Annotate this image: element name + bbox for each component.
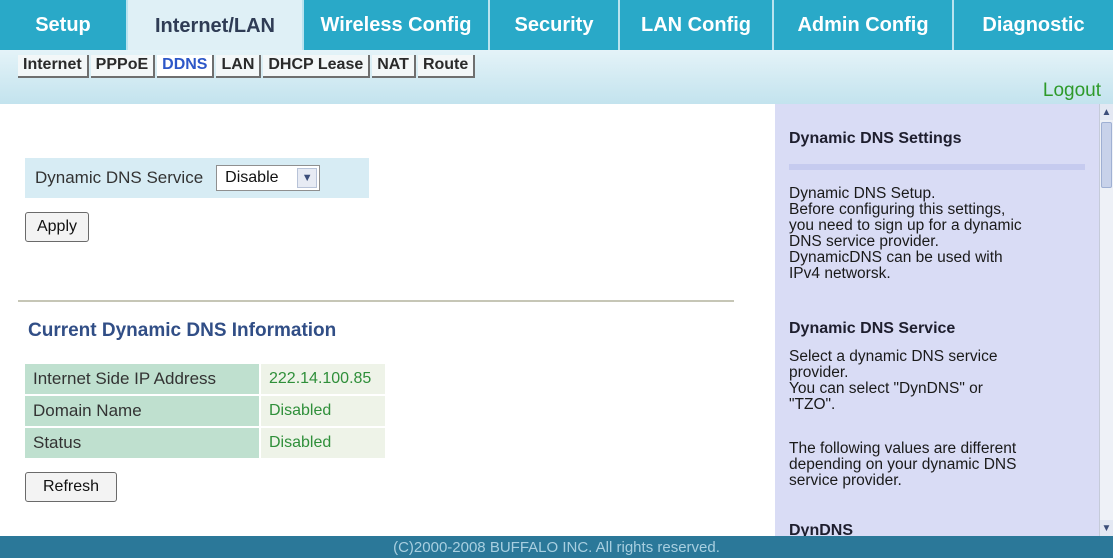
subtab-pppoe[interactable]: PPPoE <box>90 55 156 78</box>
tab-security[interactable]: Security <box>490 0 620 50</box>
subtab-nat[interactable]: NAT <box>372 55 416 78</box>
main-nav: Setup Internet/LAN Wireless Config Secur… <box>0 0 1113 52</box>
tab-diagnostic[interactable]: Diagnostic <box>954 0 1113 50</box>
domain-name-value: Disabled <box>261 396 385 426</box>
tab-wireless-config[interactable]: Wireless Config <box>304 0 490 50</box>
main-content: Dynamic DNS Service Disable ▼ Apply Curr… <box>0 104 775 536</box>
subtab-lan[interactable]: LAN <box>216 55 262 78</box>
subtab-internet[interactable]: Internet <box>18 55 89 78</box>
help-panel: Dynamic DNS Settings Dynamic DNS Setup. … <box>775 104 1099 536</box>
tab-setup[interactable]: Setup <box>0 0 128 50</box>
help-divider <box>789 164 1085 170</box>
help-service-text: Select a dynamic DNS service provider. Y… <box>789 348 998 413</box>
dns-info-table: Internet Side IP Address 222.14.100.85 D… <box>25 364 385 460</box>
logout-link[interactable]: Logout <box>1043 80 1101 102</box>
footer: (C)2000-2008 BUFFALO INC. All rights res… <box>0 536 1113 558</box>
help-values-text: The following values are different depen… <box>789 440 1017 489</box>
dns-service-value: Disable <box>225 169 279 186</box>
table-row: Internet Side IP Address 222.14.100.85 <box>25 364 385 394</box>
table-row: Status Disabled <box>25 428 385 458</box>
domain-name-label: Domain Name <box>25 396 259 426</box>
status-value: Disabled <box>261 428 385 458</box>
help-scrollbar[interactable]: ▲ ▼ <box>1099 104 1113 536</box>
info-heading: Current Dynamic DNS Information <box>28 320 337 341</box>
scroll-down-icon[interactable]: ▼ <box>1100 520 1113 536</box>
apply-button[interactable]: Apply <box>25 212 89 242</box>
dns-service-label: Dynamic DNS Service <box>35 168 204 187</box>
help-service-heading: Dynamic DNS Service <box>789 320 956 337</box>
table-row: Domain Name Disabled <box>25 396 385 426</box>
refresh-button[interactable]: Refresh <box>25 472 117 502</box>
subtab-route[interactable]: Route <box>417 55 476 78</box>
subtab-dhcp-lease[interactable]: DHCP Lease <box>263 55 371 78</box>
help-dyndns-heading: DynDNS <box>789 522 854 536</box>
ip-address-value: 222.14.100.85 <box>261 364 385 394</box>
help-setup-text: Dynamic DNS Setup. Before configuring th… <box>789 185 1022 282</box>
section-divider <box>18 300 734 302</box>
subnav: Internet PPPoE DDNS LAN DHCP Lease NAT R… <box>18 55 477 78</box>
chevron-down-icon[interactable]: ▼ <box>297 168 318 188</box>
status-label: Status <box>25 428 259 458</box>
copyright-text: (C)2000-2008 BUFFALO INC. All rights res… <box>393 538 720 556</box>
subnav-bar: Internet PPPoE DDNS LAN DHCP Lease NAT R… <box>0 50 1113 104</box>
tab-internet-lan[interactable]: Internet/LAN <box>128 0 304 52</box>
tab-lan-config[interactable]: LAN Config <box>620 0 774 50</box>
dns-service-row: Dynamic DNS Service Disable ▼ <box>25 158 369 198</box>
tab-admin-config[interactable]: Admin Config <box>774 0 954 50</box>
dns-service-select[interactable]: Disable ▼ <box>216 165 321 191</box>
help-title: Dynamic DNS Settings <box>789 130 962 147</box>
ip-address-label: Internet Side IP Address <box>25 364 259 394</box>
scroll-up-icon[interactable]: ▲ <box>1100 104 1113 120</box>
scroll-thumb[interactable] <box>1101 122 1112 188</box>
subtab-ddns[interactable]: DDNS <box>157 55 215 78</box>
